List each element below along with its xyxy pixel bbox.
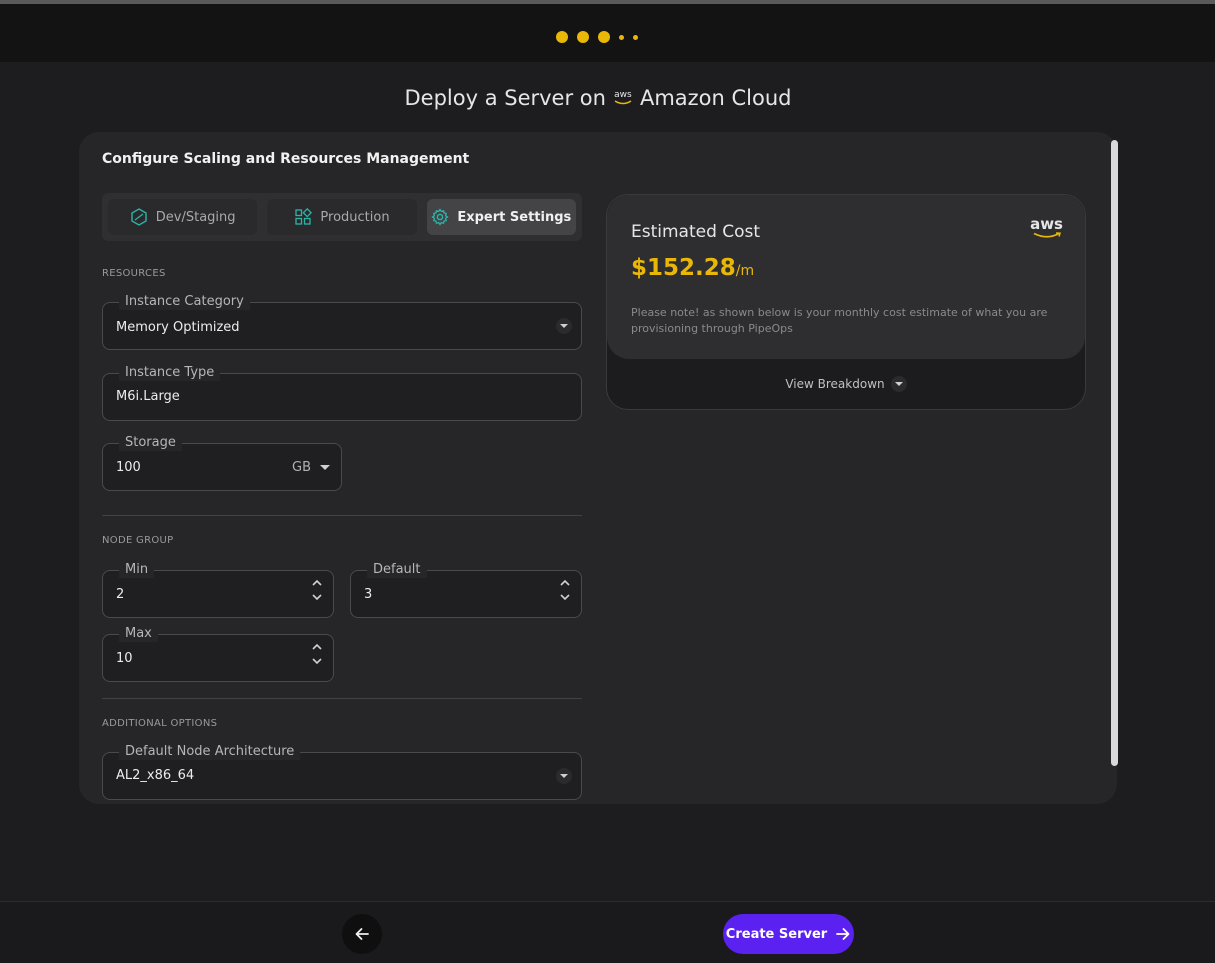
estimated-cost-panel: Estimated Cost $152.28/m Please note! as… [606,194,1086,410]
chevron-down-icon [890,376,907,392]
field-value: M6i.Large [116,389,180,404]
grid-icon [295,208,313,225]
hexagon-icon [131,208,147,226]
stepper-controls [311,642,323,666]
field-label: Storage [119,435,182,451]
step-dot-pending [619,34,624,40]
stepper-controls [559,578,571,602]
card-heading: Configure Scaling and Resources Manageme… [102,151,470,167]
field-label: Max [119,626,158,642]
aws-logo-icon: aws [1030,217,1063,239]
chevron-up-icon[interactable] [311,578,323,588]
step-dot-pending [633,34,638,40]
top-bar [0,4,1215,62]
page-title-suffix: Amazon Cloud [639,86,792,110]
tab-label: Production [320,209,390,225]
node-architecture-select[interactable]: Default Node Architecture AL2_x86_64 [102,744,582,800]
create-server-button[interactable]: Create Server [723,914,854,954]
chevron-down-icon [556,318,572,334]
chevron-down-icon [556,768,572,784]
section-label-node-group: NODE GROUP [102,535,174,546]
field-value: 2 [116,587,125,602]
field-label: Instance Type [119,365,221,381]
section-label-resources: RESOURCES [102,268,166,279]
field-label: Default [367,562,427,578]
chevron-down-icon [320,465,330,470]
chevron-up-icon[interactable] [311,642,323,652]
cost-title: Estimated Cost [631,222,761,242]
chevron-down-icon[interactable] [311,656,323,666]
divider [102,698,582,699]
progress-stepper [556,31,647,43]
chevron-down-icon[interactable] [559,592,571,602]
step-dot-current [598,31,610,43]
tab-label: Expert Settings [457,209,572,225]
arrow-left-icon [355,928,369,940]
step-dot-complete [556,31,568,43]
field-value: 100 [116,460,141,475]
step-dot-complete [577,31,589,43]
page-title: Deploy a Server on aws Amazon Cloud [0,86,1196,110]
max-nodes-stepper[interactable]: Max 10 [102,626,334,682]
field-label: Default Node Architecture [119,744,301,760]
section-label-additional-options: ADDITIONAL OPTIONS [102,718,218,729]
tab-production[interactable]: Production [267,199,417,235]
tab-label: Dev/Staging [155,209,236,225]
field-label: Min [119,562,155,578]
chevron-down-icon[interactable] [311,592,323,602]
field-value: 3 [364,587,373,602]
default-nodes-stepper[interactable]: Default 3 [350,562,582,618]
storage-unit-select[interactable]: GB [292,460,311,475]
tier-tabs: Dev/Staging Production Expert Settings [102,193,582,241]
storage-field[interactable]: Storage 100 GB [102,435,342,491]
view-breakdown-label: View Breakdown [785,377,885,391]
gear-icon [431,208,450,226]
field-value: 10 [116,651,133,666]
create-server-label: Create Server [725,926,828,942]
scrollbar[interactable] [1111,140,1118,766]
footer-bar [0,901,1215,963]
aws-logo-icon: aws [614,91,632,105]
divider [102,515,582,516]
cost-summary: Estimated Cost $152.28/m Please note! as… [607,195,1085,359]
instance-type-field[interactable]: Instance Type M6i.Large [102,365,582,421]
field-label: Instance Category [119,294,250,310]
field-value: AL2_x86_64 [116,768,195,783]
view-breakdown-button[interactable]: View Breakdown [607,376,1085,392]
instance-category-select[interactable]: Instance Category Memory Optimized [102,294,582,350]
tab-expert-settings[interactable]: Expert Settings [426,199,576,235]
cost-price: $152.28/m [631,255,755,281]
back-button[interactable] [342,914,382,954]
min-nodes-stepper[interactable]: Min 2 [102,562,334,618]
field-value: Memory Optimized [116,320,240,335]
page-title-prefix: Deploy a Server on [404,86,606,110]
chevron-up-icon[interactable] [559,578,571,588]
arrow-right-icon [836,928,850,940]
cost-note: Please note! as shown below is your mont… [631,306,1048,335]
tab-dev-staging[interactable]: Dev/Staging [108,199,258,235]
stepper-controls [311,578,323,602]
